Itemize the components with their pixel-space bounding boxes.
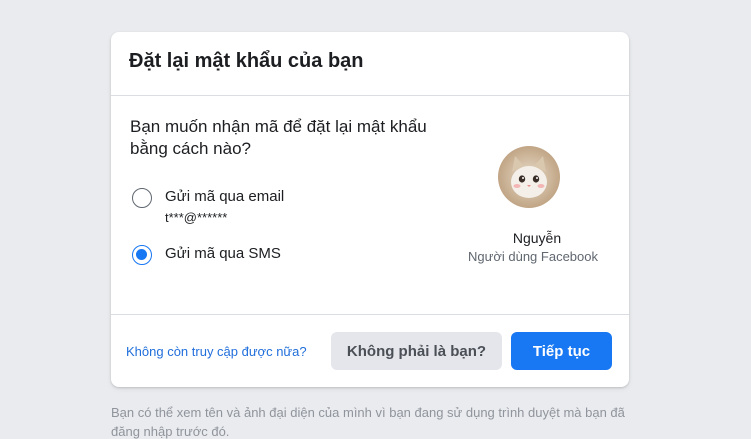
browser-note: Bạn có thể xem tên và ảnh đại diện của m… bbox=[111, 405, 625, 439]
profile-subtitle: Người dùng Facebook bbox=[468, 249, 598, 264]
email-option-label: Gửi mã qua email bbox=[165, 188, 285, 205]
page-title: Đặt lại mật khẩu của bạn bbox=[129, 50, 364, 72]
profile-summary: Nguyễn Người dùng Facebook bbox=[445, 146, 613, 264]
card-footer: Không còn truy cập được nữa? Không phải … bbox=[111, 315, 629, 386]
not-you-button[interactable]: Không phải là bạn? bbox=[331, 332, 502, 370]
profile-name: Nguyễn bbox=[512, 230, 562, 246]
email-radio[interactable] bbox=[132, 188, 152, 208]
reset-password-card: Đặt lại mật khẩu của bạn Bạn muốn nhận m… bbox=[111, 32, 629, 387]
card-header: Đặt lại mật khẩu của bạn bbox=[111, 32, 629, 96]
option-email[interactable]: Gửi mã qua email t***@****** bbox=[132, 187, 284, 227]
reset-method-question: Bạn muốn nhận mã để đặt lại mật khẩu bằn… bbox=[130, 117, 427, 158]
option-sms[interactable]: Gửi mã qua SMS bbox=[132, 244, 281, 265]
card-body: Bạn muốn nhận mã để đặt lại mật khẩu bằn… bbox=[111, 96, 629, 315]
sms-radio[interactable] bbox=[132, 245, 152, 265]
continue-button[interactable]: Tiếp tục bbox=[511, 332, 612, 370]
sms-option-label: Gửi mã qua SMS bbox=[165, 245, 281, 262]
masked-email: t***@****** bbox=[165, 210, 228, 225]
avatar bbox=[498, 146, 560, 208]
no-access-link[interactable]: Không còn truy cập được nữa? bbox=[126, 344, 307, 359]
